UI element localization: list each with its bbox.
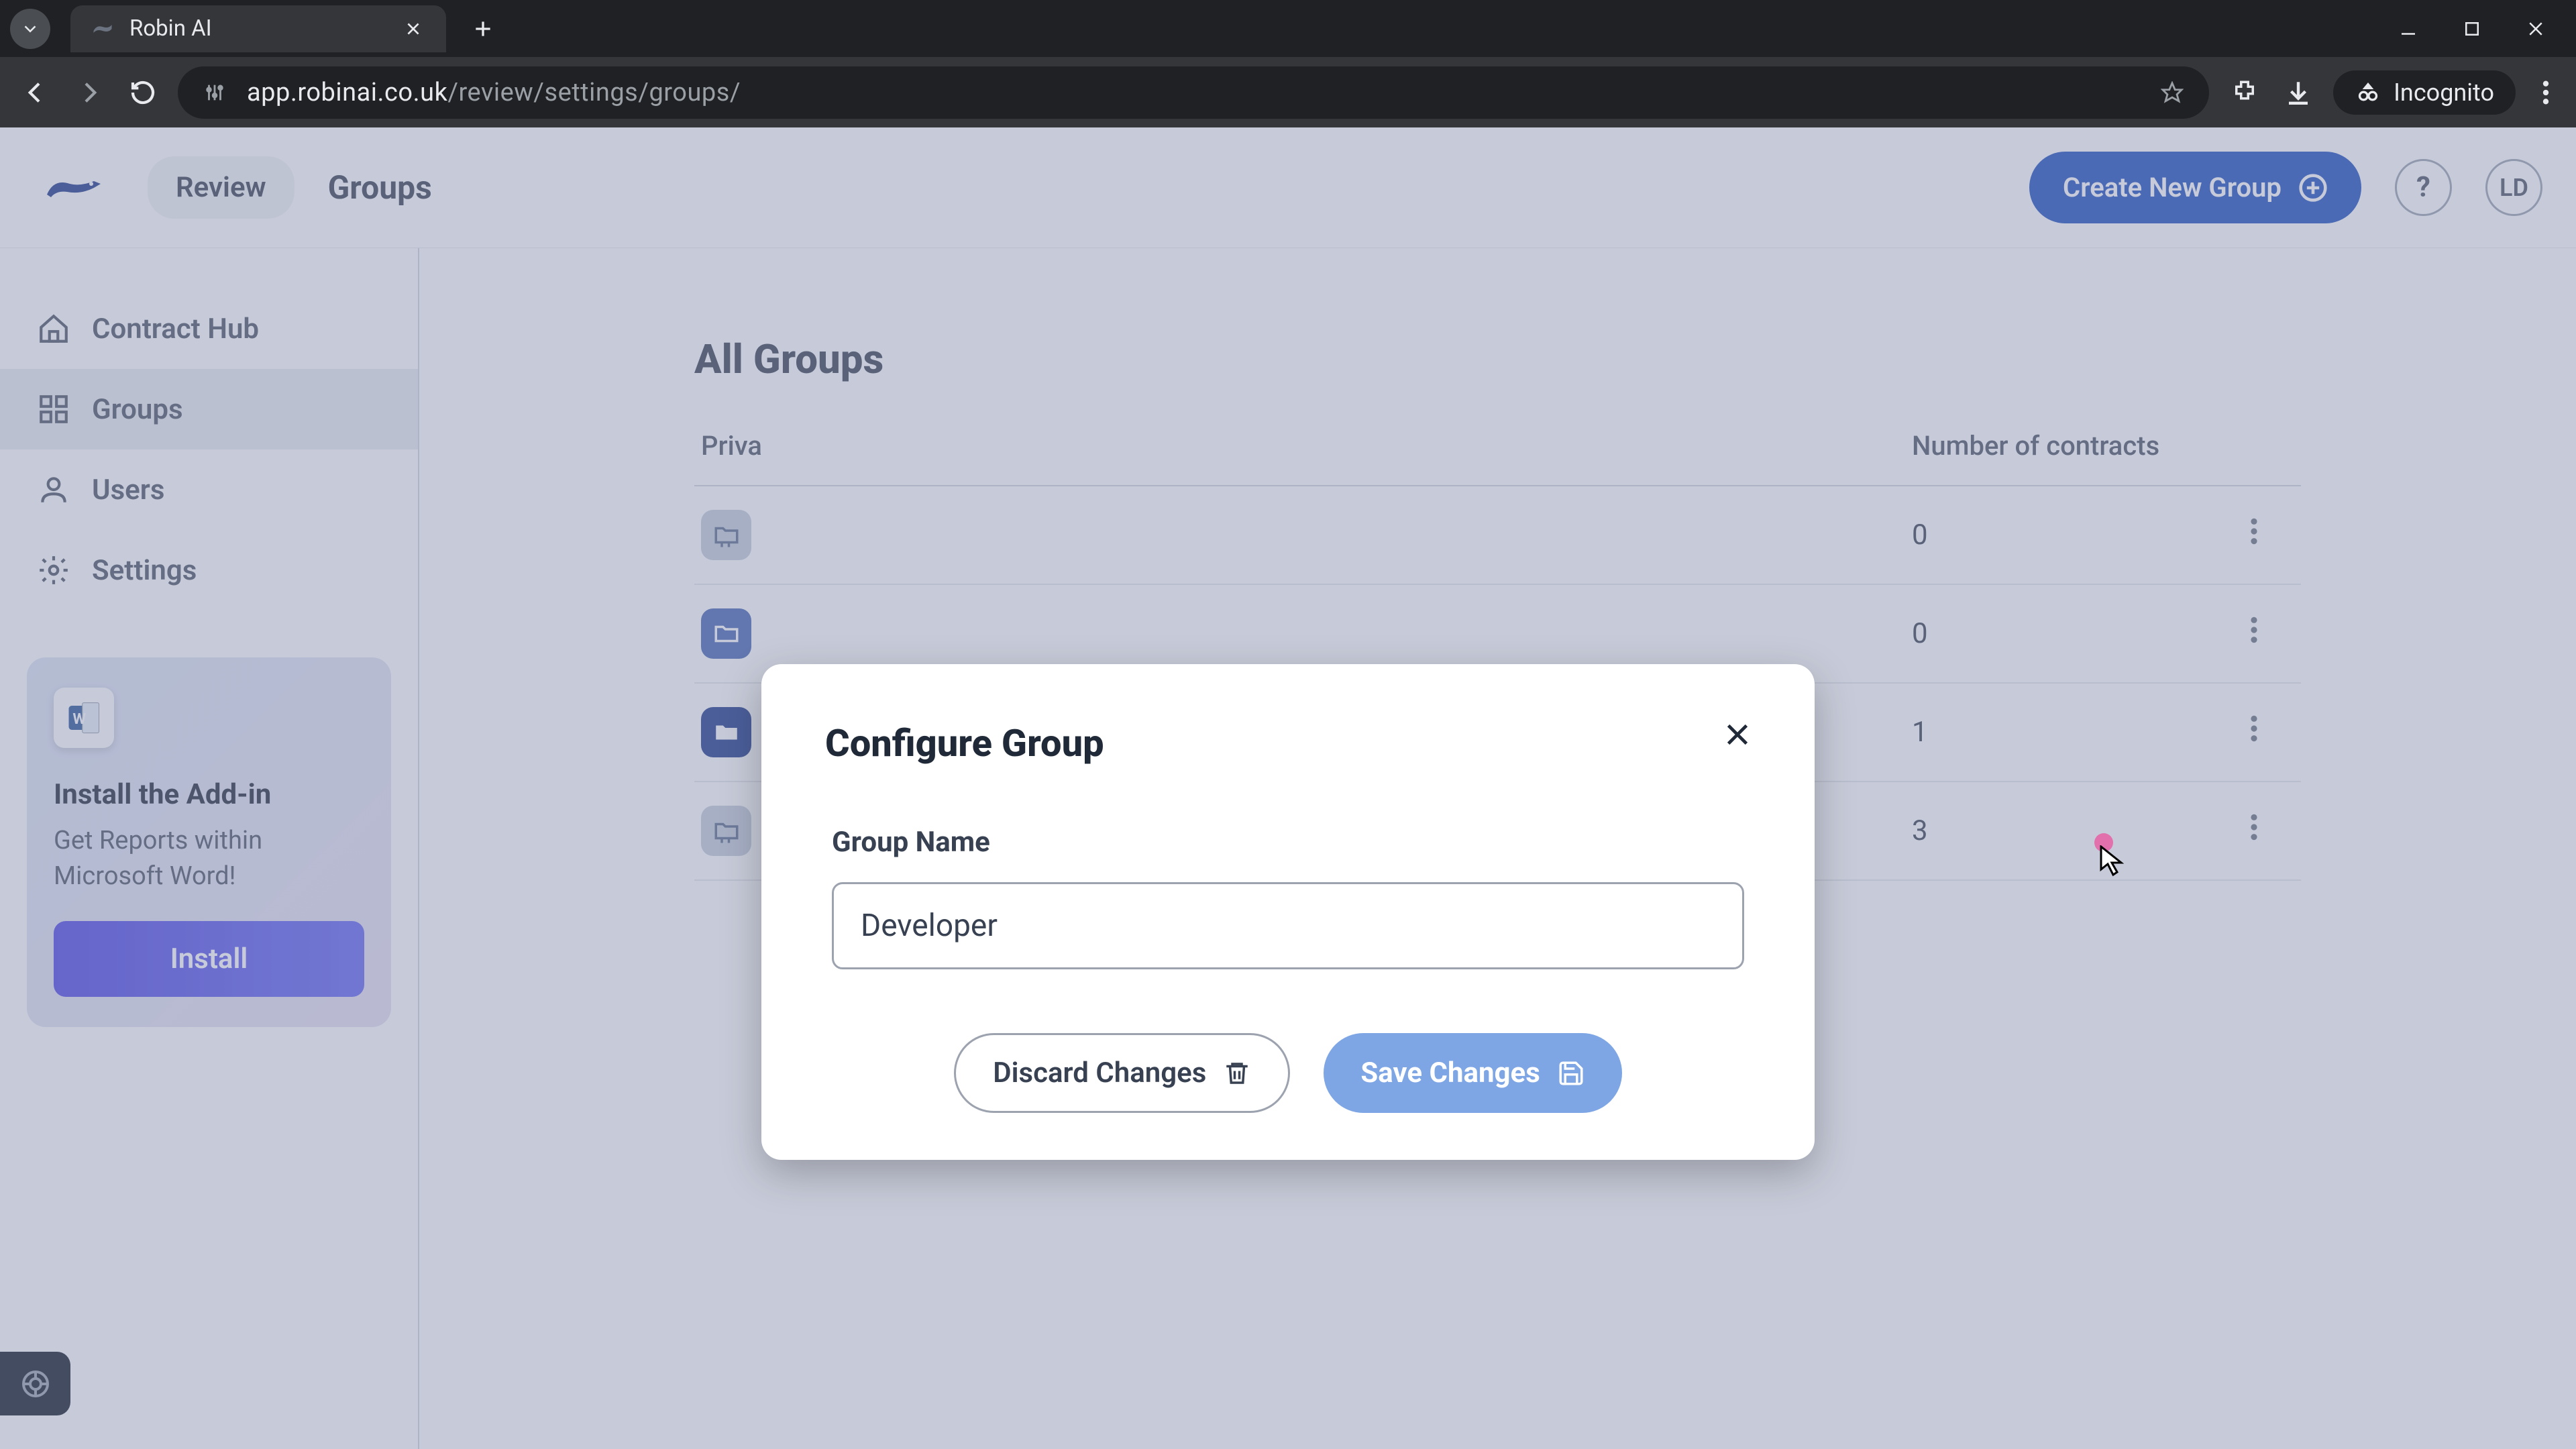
url-bar[interactable]: app.robinai.co.uk/review/settings/groups… xyxy=(178,66,2209,119)
browser-tab-bar: Robin AI xyxy=(0,0,2576,57)
incognito-icon xyxy=(2355,79,2381,106)
forward-button[interactable] xyxy=(70,74,107,111)
browser-address-bar: app.robinai.co.uk/review/settings/groups… xyxy=(0,57,2576,127)
incognito-label: Incognito xyxy=(2394,78,2494,107)
save-btn-label: Save Changes xyxy=(1360,1057,1540,1089)
configure-group-modal: Configure Group Group Name Discard Chang… xyxy=(761,664,1815,1160)
url-text: app.robinai.co.uk/review/settings/groups… xyxy=(247,78,741,107)
reload-button[interactable] xyxy=(124,74,161,111)
discard-changes-button[interactable]: Discard Changes xyxy=(954,1033,1290,1113)
tab-favicon-icon xyxy=(91,17,115,41)
incognito-chip[interactable]: Incognito xyxy=(2333,70,2516,115)
tab-close-button[interactable] xyxy=(400,16,426,42)
save-changes-button[interactable]: Save Changes xyxy=(1324,1033,1621,1113)
extensions-icon[interactable] xyxy=(2226,74,2263,111)
window-maximize-button[interactable] xyxy=(2459,15,2485,42)
window-minimize-button[interactable] xyxy=(2395,15,2422,42)
window-close-button[interactable] xyxy=(2522,15,2549,42)
discard-btn-label: Discard Changes xyxy=(993,1057,1206,1089)
tab-search-button[interactable] xyxy=(10,9,50,49)
trash-icon xyxy=(1223,1059,1251,1087)
group-name-label: Group Name xyxy=(825,826,1751,859)
new-tab-button[interactable] xyxy=(463,9,503,49)
downloads-icon[interactable] xyxy=(2279,74,2316,111)
back-button[interactable] xyxy=(17,74,54,111)
bookmark-icon[interactable] xyxy=(2159,79,2186,106)
tab-title: Robin AI xyxy=(129,15,386,42)
modal-close-button[interactable] xyxy=(1717,714,1758,755)
site-settings-icon[interactable] xyxy=(201,79,228,106)
browser-tab[interactable]: Robin AI xyxy=(70,5,446,52)
group-name-input[interactable] xyxy=(832,882,1744,969)
browser-menu-button[interactable] xyxy=(2532,79,2559,106)
save-icon xyxy=(1557,1059,1585,1087)
modal-title: Configure Group xyxy=(825,721,1751,765)
